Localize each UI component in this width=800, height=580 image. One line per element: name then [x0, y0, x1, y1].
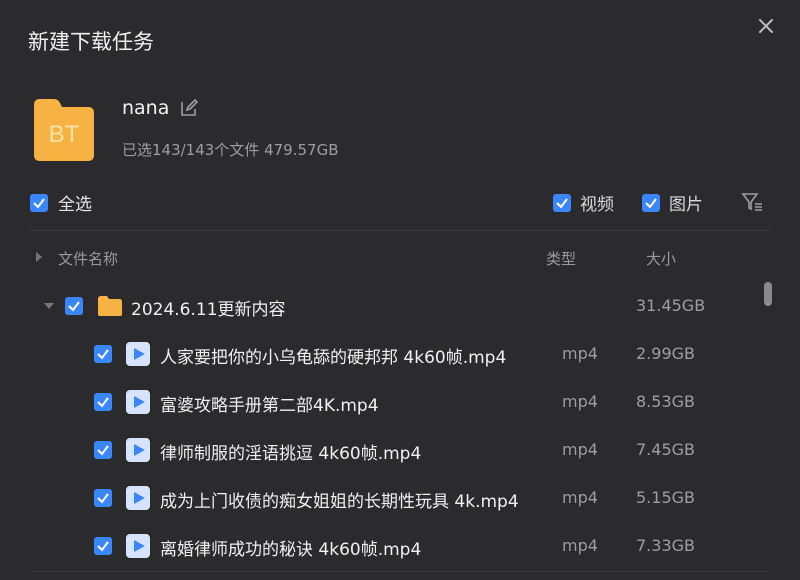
- task-name-row: nana: [122, 97, 199, 119]
- video-checkbox[interactable]: [553, 193, 571, 212]
- check-icon: [645, 197, 657, 209]
- file-type: mp4: [562, 392, 598, 411]
- file-size: 2.99GB: [636, 344, 695, 363]
- video-file-icon: [126, 438, 150, 462]
- filter-icon[interactable]: [740, 190, 764, 214]
- divider: [30, 571, 770, 572]
- file-row[interactable]: 富婆攻略手册第二部4K.mp4 mp4 8.53GB: [0, 382, 760, 422]
- edit-icon[interactable]: [179, 98, 199, 118]
- file-checkbox[interactable]: [94, 393, 112, 411]
- header-type[interactable]: 类型: [546, 248, 576, 269]
- file-checkbox[interactable]: [94, 489, 112, 507]
- expand-arrow-icon[interactable]: [44, 303, 54, 309]
- video-file-icon: [126, 390, 150, 414]
- file-type: mp4: [562, 440, 598, 459]
- folder-row[interactable]: 2024.6.11更新内容 31.45GB: [0, 286, 760, 326]
- file-name: 富婆攻略手册第二部4K.mp4: [160, 396, 379, 416]
- play-icon: [134, 540, 145, 552]
- folder-checkbox[interactable]: [65, 297, 83, 315]
- header-name[interactable]: 文件名称: [58, 248, 118, 269]
- task-name: nana: [122, 97, 170, 119]
- check-icon: [97, 541, 109, 552]
- bt-file-icon: BT: [34, 99, 94, 161]
- image-label: 图片: [669, 195, 703, 215]
- file-row[interactable]: 人家要把你的小乌龟舔的硬邦邦 4k60帧.mp4 mp4 2.99GB: [0, 334, 760, 374]
- check-icon: [68, 301, 80, 312]
- dialog-title: 新建下载任务: [28, 30, 154, 54]
- bt-badge: BT: [49, 121, 80, 148]
- image-checkbox[interactable]: [642, 193, 660, 212]
- file-row[interactable]: 律师制服的淫语挑逗 4k60帧.mp4 mp4 7.45GB: [0, 430, 760, 470]
- file-checkbox[interactable]: [94, 345, 112, 363]
- scrollbar[interactable]: [764, 282, 772, 306]
- file-row[interactable]: 离婚律师成功的秘诀 4k60帧.mp4 mp4 7.33GB: [0, 526, 760, 566]
- select-all[interactable]: 全选: [30, 190, 92, 215]
- header-size[interactable]: 大小: [646, 248, 676, 269]
- play-icon: [134, 348, 145, 360]
- file-checkbox[interactable]: [94, 441, 112, 459]
- close-icon: [759, 19, 773, 33]
- file-type: mp4: [562, 536, 598, 555]
- file-row[interactable]: 成为上门收债的痴女姐姐的长期性玩具 4k.mp4 mp4 5.15GB: [0, 478, 760, 518]
- check-icon: [33, 197, 45, 209]
- video-file-icon: [126, 342, 150, 366]
- video-file-icon: [126, 486, 150, 510]
- check-icon: [97, 445, 109, 456]
- play-icon: [134, 396, 145, 408]
- collapse-all-toggle[interactable]: [36, 252, 42, 262]
- check-icon: [97, 397, 109, 408]
- check-icon: [97, 349, 109, 360]
- folder-name: 2024.6.11更新内容: [131, 300, 286, 320]
- divider: [30, 230, 770, 231]
- file-type: mp4: [562, 488, 598, 507]
- select-all-checkbox[interactable]: [30, 193, 48, 212]
- file-name: 人家要把你的小乌龟舔的硬邦邦 4k60帧.mp4: [160, 348, 507, 368]
- folder-icon: [98, 296, 122, 316]
- play-icon: [134, 492, 145, 504]
- file-size: 7.45GB: [636, 440, 695, 459]
- folder-size: 31.45GB: [636, 296, 706, 315]
- selection-summary: 已选143/143个文件 479.57GB: [122, 141, 339, 159]
- close-button[interactable]: [754, 14, 778, 38]
- file-checkbox[interactable]: [94, 537, 112, 555]
- play-icon: [134, 444, 145, 456]
- check-icon: [556, 197, 568, 209]
- file-name: 律师制服的淫语挑逗 4k60帧.mp4: [160, 444, 422, 464]
- video-file-icon: [126, 534, 150, 558]
- check-icon: [97, 493, 109, 504]
- file-name: 离婚律师成功的秘诀 4k60帧.mp4: [160, 540, 422, 560]
- file-type: mp4: [562, 344, 598, 363]
- file-size: 5.15GB: [636, 488, 695, 507]
- filter-video[interactable]: 视频: [553, 190, 614, 215]
- filter-image[interactable]: 图片: [642, 190, 703, 215]
- file-name: 成为上门收债的痴女姐姐的长期性玩具 4k.mp4: [160, 492, 519, 512]
- video-label: 视频: [580, 195, 614, 215]
- select-all-label: 全选: [58, 195, 92, 215]
- file-size: 8.53GB: [636, 392, 695, 411]
- file-size: 7.33GB: [636, 536, 695, 555]
